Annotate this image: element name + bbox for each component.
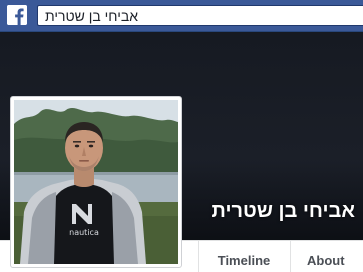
shirt-print-text: nautica (69, 228, 99, 237)
search-input-value: אביחי בן שטרית (45, 8, 139, 24)
profile-name[interactable]: אביחי בן שטרית (212, 200, 355, 223)
search-input[interactable]: אביחי בן שטרית (37, 5, 363, 26)
facebook-profile-page: אביחי בן שטרית Timeline About אביחי בן ש… (0, 0, 363, 272)
profile-picture[interactable]: nautica (10, 96, 182, 268)
facebook-logo-icon[interactable] (7, 5, 27, 25)
tab-timeline[interactable]: Timeline (198, 241, 289, 272)
profile-photo-image: nautica (14, 100, 178, 264)
facebook-f-icon (7, 5, 27, 25)
top-navigation-bar: אביחי בן שטרית (0, 0, 363, 32)
tab-about[interactable]: About (290, 241, 363, 272)
